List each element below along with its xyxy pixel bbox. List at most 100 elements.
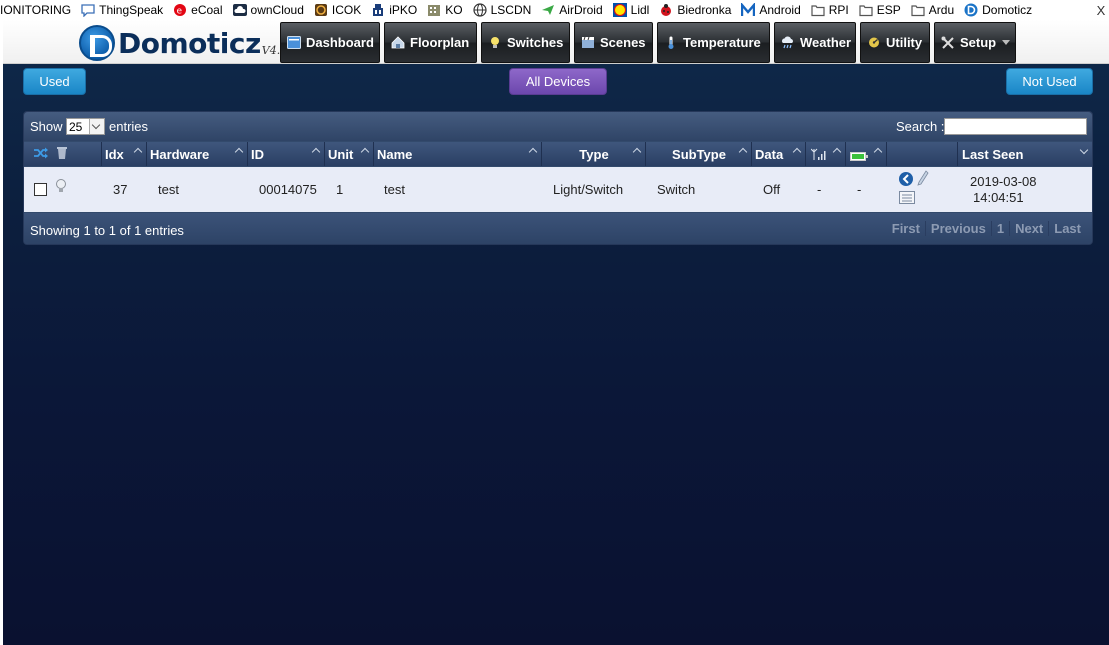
svg-text:e: e bbox=[177, 7, 183, 17]
col-signal[interactable] bbox=[807, 142, 846, 166]
all-devices-filter-button[interactable]: All Devices bbox=[509, 68, 607, 95]
search-label: Search : bbox=[896, 119, 945, 134]
bookmark-thingspeak[interactable]: ThingSpeak bbox=[77, 0, 169, 20]
nav-temperature[interactable]: Temperature bbox=[657, 22, 770, 63]
sort-icon bbox=[632, 147, 642, 157]
house-icon bbox=[391, 36, 405, 49]
globe-icon bbox=[473, 3, 487, 17]
col-data[interactable]: Data bbox=[753, 142, 806, 166]
col-type[interactable]: Type bbox=[543, 142, 646, 166]
tools-icon bbox=[941, 36, 955, 49]
table-row[interactable]: 37 test 00014075 1 test Light/Switch Swi… bbox=[24, 167, 1092, 212]
bookmark-domoticz[interactable]: Domoticz bbox=[960, 0, 1038, 20]
sort-icon bbox=[234, 147, 244, 157]
entries-label: entries bbox=[109, 119, 149, 134]
pko-icon bbox=[371, 3, 385, 17]
cloud-icon bbox=[232, 3, 247, 17]
cell-id: 00014075 bbox=[259, 182, 317, 197]
nav-switches[interactable]: Switches bbox=[481, 22, 570, 63]
bookmark-biedronka[interactable]: Biedronka bbox=[655, 0, 737, 20]
cell-unit: 1 bbox=[336, 182, 344, 197]
nav-dashboard[interactable]: Dashboard bbox=[280, 22, 380, 63]
building-icon bbox=[427, 3, 441, 17]
col-unit[interactable]: Unit bbox=[326, 142, 374, 166]
row-checkbox[interactable] bbox=[34, 183, 47, 196]
bookmark-ko[interactable]: KO bbox=[423, 0, 468, 20]
bookmark-owncloud[interactable]: ownCloud bbox=[229, 0, 310, 20]
col-subtype[interactable]: SubType bbox=[647, 142, 752, 166]
cloud-rain-icon bbox=[781, 36, 795, 49]
icok-icon bbox=[314, 3, 328, 17]
bookmark-monitoring[interactable]: IONITORING bbox=[0, 0, 77, 20]
pager-first[interactable]: First bbox=[887, 221, 925, 236]
logo-name: Domoticz bbox=[118, 26, 261, 60]
ecoal-logo-icon: e bbox=[173, 3, 187, 17]
bulb-icon bbox=[488, 36, 502, 49]
pager-last[interactable]: Last bbox=[1048, 221, 1086, 236]
sort-icon bbox=[528, 147, 538, 157]
cell-data: Off bbox=[763, 182, 781, 197]
domoticz-logo[interactable]: Domoticz V4.9700 bbox=[79, 24, 308, 62]
sort-icon bbox=[133, 147, 143, 157]
table-toolbar: Show 25 entries Search : bbox=[24, 112, 1092, 141]
cell-signal: - bbox=[817, 182, 822, 197]
not-used-filter-button[interactable]: Not Used bbox=[1006, 68, 1093, 95]
sort-icon bbox=[832, 147, 842, 157]
nav-weather[interactable]: Weather bbox=[774, 22, 856, 63]
dashboard-icon bbox=[287, 36, 301, 49]
pagination: First Previous 1 Next Last bbox=[887, 221, 1086, 236]
pager-previous[interactable]: Previous bbox=[924, 221, 991, 236]
bookmark-lidl[interactable]: Lidl bbox=[609, 0, 656, 20]
bookmark-ecoal[interactable]: e eCoal bbox=[169, 0, 228, 20]
light-bulb-icon bbox=[55, 163, 71, 208]
thermometer-icon bbox=[664, 36, 678, 49]
sort-desc-icon bbox=[1079, 145, 1089, 155]
ladybug-icon bbox=[659, 3, 673, 17]
trash-icon[interactable] bbox=[56, 146, 68, 163]
m-logo-icon bbox=[741, 1, 756, 17]
devices-table: Show 25 entries Search : Idx Hardware ID… bbox=[23, 111, 1093, 245]
col-id[interactable]: ID bbox=[249, 142, 325, 166]
lidl-icon bbox=[612, 3, 627, 17]
back-arrow-icon[interactable] bbox=[898, 171, 914, 190]
bookmark-ipko[interactable]: iPKO bbox=[367, 0, 423, 20]
bookmark-esp[interactable]: ESP bbox=[855, 0, 907, 20]
domoticz-icon bbox=[964, 3, 978, 17]
col-name[interactable]: Name bbox=[375, 142, 542, 166]
search-input[interactable] bbox=[944, 118, 1087, 135]
used-filter-button[interactable]: Used bbox=[23, 68, 86, 95]
shuffle-icon[interactable] bbox=[34, 147, 48, 162]
battery-icon bbox=[850, 149, 868, 164]
col-last-seen[interactable]: Last Seen bbox=[959, 142, 1092, 166]
nav-setup[interactable]: Setup bbox=[934, 22, 1016, 63]
bookmarks-close-button[interactable]: X bbox=[1093, 0, 1109, 20]
sort-icon bbox=[873, 147, 883, 157]
nav-utility[interactable]: Utility bbox=[860, 22, 930, 63]
chevron-down-icon bbox=[89, 119, 104, 134]
log-icon[interactable] bbox=[899, 191, 915, 207]
bookmark-rpi[interactable]: RPI bbox=[807, 0, 855, 20]
main-nav: Dashboard Floorplan Switches Scenes Temp… bbox=[280, 22, 1020, 63]
bookmark-lscdn[interactable]: LSCDN bbox=[469, 0, 538, 20]
row-actions bbox=[898, 167, 938, 212]
bookmark-airdroid[interactable]: AirDroid bbox=[537, 0, 608, 20]
nav-floorplan[interactable]: Floorplan bbox=[384, 22, 477, 63]
cell-battery: - bbox=[857, 182, 862, 197]
col-hardware[interactable]: Hardware bbox=[148, 142, 248, 166]
bookmark-icok[interactable]: ICOK bbox=[310, 0, 367, 20]
pager-next[interactable]: Next bbox=[1009, 221, 1048, 236]
col-idx[interactable]: Idx bbox=[103, 142, 147, 166]
col-actions bbox=[888, 142, 958, 166]
bookmark-ardu[interactable]: Ardu bbox=[907, 0, 960, 20]
entries-per-page-select[interactable]: 25 bbox=[66, 118, 105, 135]
nav-scenes[interactable]: Scenes bbox=[574, 22, 653, 63]
pager-page-1[interactable]: 1 bbox=[990, 221, 1009, 236]
edit-pencil-icon[interactable] bbox=[917, 170, 929, 189]
cell-hardware: test bbox=[158, 182, 179, 197]
paper-plane-icon bbox=[541, 3, 555, 17]
bookmark-android[interactable]: Android bbox=[737, 0, 806, 20]
col-battery[interactable] bbox=[847, 142, 887, 166]
show-label: Show bbox=[30, 119, 63, 134]
sort-icon bbox=[792, 147, 802, 157]
folder-icon bbox=[911, 3, 925, 17]
